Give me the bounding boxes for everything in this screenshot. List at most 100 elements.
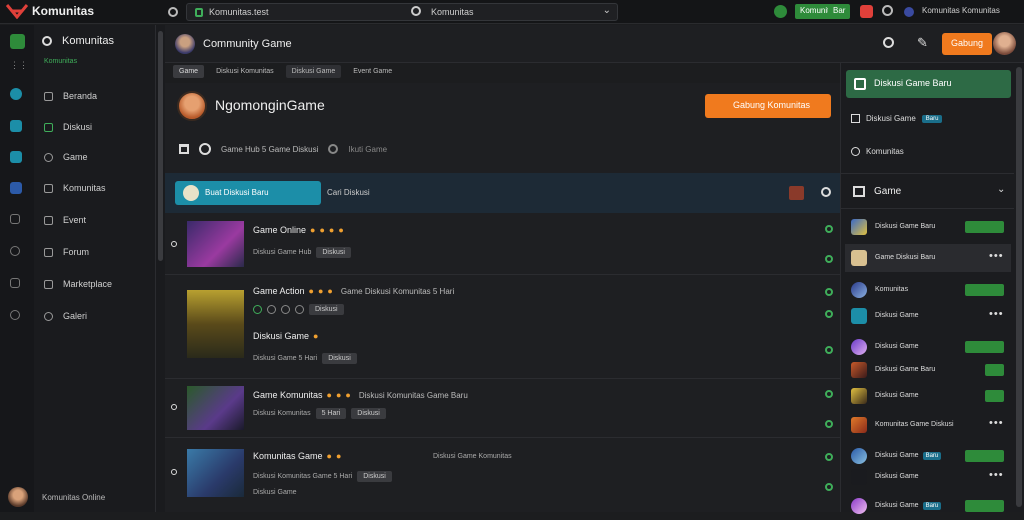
home-app-icon[interactable]: [10, 34, 25, 49]
sidebar-item-event[interactable]: Event: [44, 215, 86, 225]
video-app-icon[interactable]: [10, 151, 22, 163]
status-icon[interactable]: [825, 225, 833, 233]
status-icon[interactable]: [825, 255, 833, 263]
scrollbar-thumb[interactable]: [158, 31, 163, 261]
more-icon[interactable]: •••: [989, 250, 1004, 262]
more-icon[interactable]: •••: [989, 469, 1004, 481]
post-thumbnail[interactable]: [187, 290, 244, 358]
status-icon[interactable]: [825, 390, 833, 398]
sidebar-brand[interactable]: Komunitas: [42, 35, 114, 47]
game-list-item[interactable]: Diskusi Game Baru: [845, 492, 1011, 520]
status-icon[interactable]: [774, 5, 787, 18]
sidebar-item-diskusi[interactable]: Diskusi: [44, 122, 92, 132]
search-icon[interactable]: [883, 37, 894, 48]
post-chip[interactable]: Diskusi: [357, 471, 392, 482]
search-icon[interactable]: [411, 6, 421, 16]
window-icon[interactable]: [10, 214, 20, 224]
follow-button[interactable]: [985, 390, 1004, 402]
info-icon[interactable]: [10, 310, 20, 320]
tab-diskusi-game[interactable]: Diskusi Game: [285, 65, 342, 78]
chevron-down-icon[interactable]: ⌄: [997, 184, 1005, 195]
edit-icon[interactable]: ✎: [917, 35, 928, 51]
sidebar-user[interactable]: Komunitas Online: [8, 487, 105, 507]
grid-icon[interactable]: ⋮⋮: [10, 60, 28, 75]
sidebar-scrollbar[interactable]: [156, 25, 165, 512]
search-people-icon[interactable]: [10, 278, 20, 288]
sidebar-item-forum[interactable]: Forum: [44, 247, 89, 257]
game-list-item[interactable]: Diskusi Game Baru: [845, 356, 1011, 384]
new-game-discussion-button[interactable]: Diskusi Game Baru: [846, 70, 1011, 98]
post-title[interactable]: Komunitas Game ● ●: [253, 451, 341, 461]
follow-button[interactable]: [965, 284, 1004, 296]
list-item[interactable]: Game Action ● ● ● Game Diskusi Komunitas 5…: [165, 276, 840, 379]
sidebar-item-komunitas[interactable]: Komunitas: [44, 183, 106, 193]
status-icon[interactable]: [825, 288, 833, 296]
post-title[interactable]: Game Online ● ● ● ●: [253, 225, 344, 235]
game-list-item[interactable]: Diskusi Game Baru: [845, 213, 1011, 241]
reaction-icon[interactable]: [253, 305, 262, 314]
reaction-icon[interactable]: [267, 305, 276, 314]
follow-button[interactable]: [965, 450, 1004, 462]
game-list-item[interactable]: Diskusi Game: [845, 382, 1011, 410]
post-subtitle[interactable]: Diskusi Game ●: [253, 331, 318, 341]
sidebar-item-marketplace[interactable]: Marketplace: [44, 279, 112, 289]
profile-icon[interactable]: [904, 7, 914, 17]
post-chip[interactable]: Diskusi: [309, 304, 344, 315]
search-discussion-link[interactable]: Cari Diskusi: [327, 188, 370, 197]
post-chip[interactable]: 5 Hari: [315, 408, 347, 419]
post-thumbnail[interactable]: [187, 386, 244, 430]
top-user-name[interactable]: Komunitas Komunitas: [922, 6, 1000, 15]
status-icon[interactable]: [825, 453, 833, 461]
post-title[interactable]: Game Komunitas ● ● ● Diskusi Komunitas Gam…: [253, 390, 468, 400]
game-list-item[interactable]: Diskusi Game •••: [845, 463, 1011, 491]
post-thumbnail[interactable]: [187, 449, 244, 497]
follow-button[interactable]: [965, 500, 1004, 512]
follow-icon[interactable]: [328, 144, 339, 154]
sidebar-item-beranda[interactable]: Beranda: [44, 91, 97, 101]
side-link-discussion[interactable]: Diskusi Game Baru: [851, 114, 943, 123]
notification-icon[interactable]: [860, 5, 873, 18]
more-icon[interactable]: •••: [989, 308, 1004, 320]
chevron-down-icon[interactable]: ⌄: [603, 5, 611, 16]
send-app-icon[interactable]: [10, 120, 22, 132]
follow-button[interactable]: [985, 364, 1004, 376]
list-item[interactable]: Game Online ● ● ● ● Diskusi Game Hub Diskus…: [165, 215, 840, 275]
tab-diskusi-komunitas[interactable]: Diskusi Komunitas: [210, 65, 280, 78]
status-icon[interactable]: [825, 346, 833, 354]
tab-game[interactable]: Game: [173, 65, 205, 78]
game-list-item[interactable]: Diskusi Game •••: [845, 302, 1011, 330]
new-discussion-button[interactable]: Buat Diskusi Baru: [175, 181, 321, 205]
right-scrollbar[interactable]: [1014, 63, 1024, 512]
search-query[interactable]: Komunitas: [431, 7, 474, 17]
chat-app-icon[interactable]: [10, 88, 22, 100]
status-icon[interactable]: [825, 420, 833, 428]
post-thumbnail[interactable]: [187, 221, 244, 267]
game-list-header[interactable]: Game ⌄: [841, 173, 1015, 209]
follow-button[interactable]: [965, 221, 1004, 233]
status-icon[interactable]: [825, 483, 833, 491]
user-avatar[interactable]: [993, 32, 1016, 55]
list-item[interactable]: Game Komunitas ● ● ● Diskusi Komunitas Gam…: [165, 380, 840, 438]
avatar[interactable]: [175, 34, 195, 54]
status-icon[interactable]: [825, 310, 833, 318]
sidebar-item-galeri[interactable]: Galeri: [44, 311, 87, 321]
app-logo[interactable]: Komunitas: [6, 3, 94, 19]
post-chip[interactable]: Diskusi: [351, 408, 386, 419]
post-chip[interactable]: Diskusi: [322, 353, 357, 364]
sidebar-item-game[interactable]: Game: [44, 152, 88, 162]
post-chip[interactable]: Diskusi: [316, 247, 351, 258]
scrollbar-thumb[interactable]: [1016, 67, 1022, 507]
side-link-community[interactable]: Komunitas: [851, 147, 904, 156]
post-title[interactable]: Game Action ● ● ● Game Diskusi Komunitas 5…: [253, 286, 454, 296]
game-list-item[interactable]: Game Diskusi Baru •••: [845, 244, 1011, 272]
refresh-icon[interactable]: [821, 187, 831, 197]
tab-event-game[interactable]: Event Game: [347, 65, 398, 78]
flag-icon[interactable]: [789, 186, 804, 200]
list-item[interactable]: Komunitas Game ● ● Diskusi Game Komunitas…: [165, 439, 840, 512]
refresh-icon[interactable]: [168, 7, 178, 17]
follow-button[interactable]: [965, 341, 1004, 353]
reaction-icon[interactable]: [295, 305, 304, 314]
url-text[interactable]: Komunitas.test: [209, 7, 269, 17]
settings-icon[interactable]: [882, 5, 893, 16]
join-button[interactable]: Gabung: [942, 33, 993, 55]
